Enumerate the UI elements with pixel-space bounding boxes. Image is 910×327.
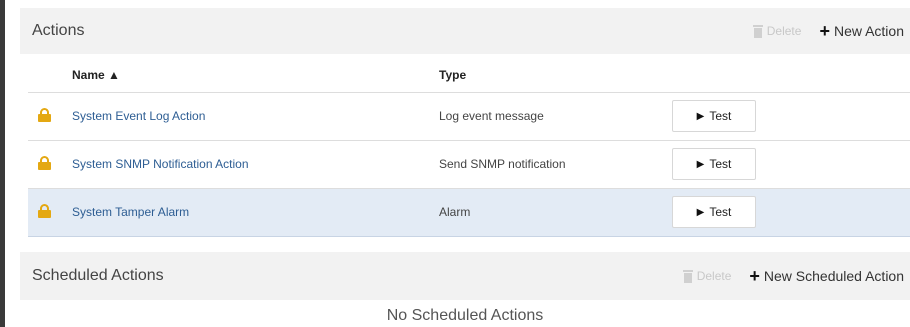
table-header-row: Name ▲ Type bbox=[28, 58, 910, 93]
actions-panel-header: Actions Delete + New Action bbox=[20, 8, 910, 54]
lock-cell bbox=[28, 92, 72, 141]
lock-cell bbox=[28, 188, 72, 237]
no-scheduled-actions-message: No Scheduled Actions bbox=[386, 307, 544, 324]
lock-column-header bbox=[28, 58, 72, 93]
scheduled-actions-title: Scheduled Actions bbox=[32, 267, 164, 284]
delete-action-label: Delete bbox=[766, 24, 802, 38]
action-test-cell: ▶ Test bbox=[672, 140, 910, 189]
action-name-cell: System SNMP Notification Action bbox=[72, 140, 439, 189]
name-column-header[interactable]: Name ▲ bbox=[72, 58, 439, 93]
test-button-label: Test bbox=[709, 205, 732, 219]
test-button-label: Test bbox=[709, 109, 732, 123]
plus-icon: + bbox=[819, 21, 830, 41]
play-icon: ▶ bbox=[696, 158, 705, 170]
actions-panel-title: Actions bbox=[32, 22, 85, 39]
trash-icon bbox=[682, 269, 693, 283]
action-type-cell: Log event message bbox=[439, 92, 672, 141]
actions-toolbar: Delete + New Action bbox=[752, 22, 904, 40]
left-border bbox=[0, 0, 5, 327]
play-icon: ▶ bbox=[696, 110, 705, 122]
lock-icon bbox=[38, 203, 51, 218]
table-row[interactable]: System SNMP Notification Action Send SNM… bbox=[28, 140, 910, 189]
delete-scheduled-button[interactable]: Delete bbox=[682, 269, 732, 283]
test-button-label: Test bbox=[709, 157, 732, 171]
test-button[interactable]: ▶ Test bbox=[672, 196, 756, 228]
action-name-cell: System Tamper Alarm bbox=[72, 188, 439, 237]
scheduled-actions-panel-header: Scheduled Actions Delete + New Scheduled… bbox=[20, 252, 910, 300]
action-type: Alarm bbox=[439, 205, 471, 219]
test-column-header bbox=[672, 58, 910, 93]
action-name-link[interactable]: System Tamper Alarm bbox=[72, 205, 189, 219]
action-type-cell: Alarm bbox=[439, 188, 672, 237]
new-scheduled-action-button[interactable]: + New Scheduled Action bbox=[749, 267, 904, 285]
lock-icon bbox=[38, 155, 51, 170]
action-type: Log event message bbox=[439, 109, 544, 123]
delete-action-button[interactable]: Delete bbox=[752, 24, 802, 38]
trash-icon bbox=[752, 24, 763, 38]
action-type-cell: Send SNMP notification bbox=[439, 140, 672, 189]
new-action-label: New Action bbox=[833, 23, 904, 39]
action-name-cell: System Event Log Action bbox=[72, 92, 439, 141]
action-test-cell: ▶ Test bbox=[672, 92, 910, 141]
action-test-cell: ▶ Test bbox=[672, 188, 910, 237]
table-row[interactable]: System Event Log Action Log event messag… bbox=[28, 92, 910, 141]
test-button[interactable]: ▶ Test bbox=[672, 148, 756, 180]
action-name-link[interactable]: System SNMP Notification Action bbox=[72, 157, 249, 171]
play-icon: ▶ bbox=[696, 206, 705, 218]
delete-scheduled-label: Delete bbox=[696, 269, 732, 283]
scheduled-toolbar: Delete + New Scheduled Action bbox=[682, 267, 904, 285]
lock-cell bbox=[28, 140, 72, 189]
table-row-selected[interactable]: System Tamper Alarm Alarm ▶ Test bbox=[28, 188, 910, 237]
test-button[interactable]: ▶ Test bbox=[672, 100, 756, 132]
action-type: Send SNMP notification bbox=[439, 157, 566, 171]
type-column-header[interactable]: Type bbox=[439, 58, 672, 93]
plus-icon: + bbox=[749, 266, 760, 286]
new-scheduled-action-label: New Scheduled Action bbox=[763, 268, 904, 284]
lock-icon bbox=[38, 107, 51, 122]
action-name-link[interactable]: System Event Log Action bbox=[72, 109, 205, 123]
actions-table: Name ▲ Type System Event Log Action Log … bbox=[28, 58, 910, 237]
new-action-button[interactable]: + New Action bbox=[819, 22, 904, 40]
